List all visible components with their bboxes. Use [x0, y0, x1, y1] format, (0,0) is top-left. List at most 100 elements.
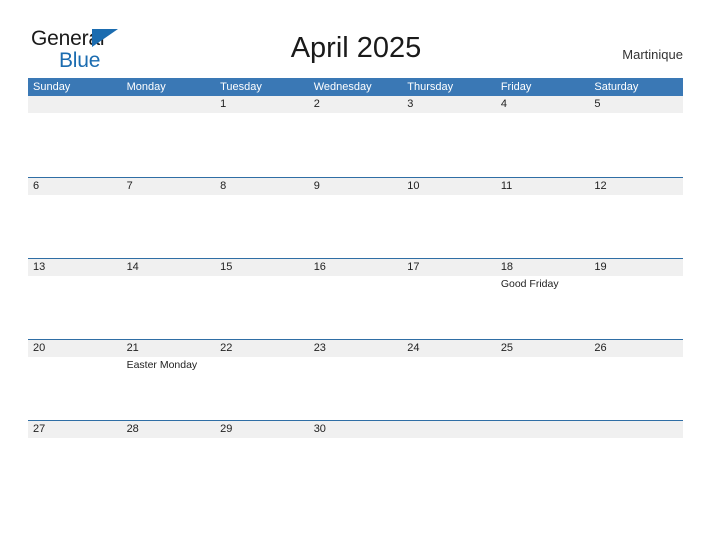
day-events-cell — [496, 113, 590, 115]
day-number: 11 — [500, 180, 513, 192]
calendar-day-cell[interactable]: 16 — [309, 259, 403, 276]
calendar-day-cell[interactable]: 11 — [496, 178, 590, 195]
day-events-cell — [589, 195, 683, 197]
day-number: 14 — [126, 261, 139, 273]
day-number: 9 — [313, 180, 320, 192]
weekday-header-saturday: Saturday — [594, 81, 639, 93]
calendar-event[interactable]: Good Friday — [501, 278, 590, 291]
calendar-day-cell[interactable]: 8 — [215, 178, 309, 195]
day-number: 7 — [126, 180, 133, 192]
calendar-day-cell[interactable]: 12 — [589, 178, 683, 195]
day-number: 22 — [220, 342, 233, 354]
day-events-cell — [215, 357, 309, 372]
day-events-cell — [496, 195, 590, 197]
day-number: 13 — [33, 261, 46, 273]
calendar-day-cell[interactable]: 19 — [589, 259, 683, 276]
calendar-day-cell[interactable]: 22 — [215, 340, 309, 357]
calendar-page: General Blue April 2025 Martinique Sunda… — [0, 0, 712, 550]
page-title: April 2025 — [290, 32, 422, 64]
week-events-band: Good Friday — [28, 276, 683, 291]
calendar-day-cell[interactable]: 29 — [215, 421, 309, 438]
calendar-day-cell[interactable]: 18 — [496, 259, 590, 276]
day-events-cell — [402, 113, 496, 115]
day-number: 3 — [407, 98, 414, 110]
calendar-day-cell[interactable]: 14 — [122, 259, 216, 276]
calendar-day-cell[interactable]: 7 — [122, 178, 216, 195]
calendar-day-cell[interactable]: 5 — [589, 96, 683, 113]
calendar-day-cell[interactable]: 26 — [589, 340, 683, 357]
calendar-day-cell — [122, 96, 216, 113]
week-events-band — [28, 113, 683, 115]
day-events-cell — [28, 113, 122, 115]
day-number: 8 — [220, 180, 227, 192]
calendar-day-cell[interactable]: 27 — [28, 421, 122, 438]
calendar-weeks: 1 2 3 4 5 6 7 8 9 10 11 12 13 14 15 16 17 18 19 Good Friday… — [28, 96, 683, 501]
calendar-day-cell[interactable]: 23 — [309, 340, 403, 357]
calendar-day-cell[interactable]: 6 — [28, 178, 122, 195]
day-events-cell — [122, 195, 216, 197]
calendar-week-row: 6 7 8 9 10 11 12 — [28, 177, 683, 258]
week-events-band: Easter Monday — [28, 357, 683, 372]
day-events-cell — [402, 357, 496, 372]
day-events-cell — [589, 113, 683, 115]
calendar-day-cell[interactable]: 2 — [309, 96, 403, 113]
week-events-band — [28, 195, 683, 197]
day-events-cell — [122, 276, 216, 291]
day-number: 23 — [313, 342, 326, 354]
day-events-cell — [122, 438, 216, 440]
week-date-band: 1 2 3 4 5 — [28, 96, 683, 113]
calendar-day-cell[interactable]: 4 — [496, 96, 590, 113]
day-events-cell — [496, 357, 590, 372]
day-number: 28 — [126, 423, 139, 435]
day-number: 18 — [500, 261, 514, 273]
day-events-cell — [589, 276, 683, 291]
day-events-cell — [309, 276, 403, 291]
day-number: 25 — [500, 342, 514, 354]
calendar-day-cell[interactable]: 13 — [28, 259, 122, 276]
week-date-band: 20 21 22 23 24 25 26 — [28, 340, 683, 357]
day-number: 17 — [407, 261, 420, 273]
day-events-cell — [589, 357, 683, 372]
week-date-band: 6 7 8 9 10 11 12 — [28, 178, 683, 195]
week-date-band: 13 14 15 16 17 18 19 — [28, 259, 683, 276]
day-number: 5 — [594, 98, 601, 110]
page-header: General Blue April 2025 Martinique — [0, 0, 712, 78]
day-number: 15 — [220, 261, 233, 273]
day-number: 10 — [407, 180, 420, 192]
day-number: 16 — [313, 261, 326, 273]
day-events-cell — [309, 195, 403, 197]
calendar-week-row: 27 28 29 30 — [28, 420, 683, 501]
calendar-day-cell — [496, 421, 590, 438]
calendar-day-cell[interactable]: 1 — [215, 96, 309, 113]
calendar-day-cell[interactable]: 30 — [309, 421, 403, 438]
calendar-grid: Sunday Monday Tuesday Wednesday Thursday… — [28, 78, 683, 501]
calendar-event[interactable]: Easter Monday — [127, 359, 216, 372]
day-number: 30 — [313, 423, 326, 435]
calendar-day-cell[interactable]: 20 — [28, 340, 122, 357]
day-number: 19 — [594, 261, 607, 273]
day-events-cell — [28, 357, 122, 372]
calendar-day-cell[interactable]: 28 — [122, 421, 216, 438]
calendar-week-row: 1 2 3 4 5 — [28, 96, 683, 177]
calendar-day-cell[interactable]: 17 — [402, 259, 496, 276]
calendar-day-cell[interactable]: 24 — [402, 340, 496, 357]
day-number: 6 — [33, 180, 40, 192]
calendar-day-cell[interactable]: 15 — [215, 259, 309, 276]
calendar-day-cell[interactable]: 9 — [309, 178, 403, 195]
day-number: 12 — [594, 180, 607, 192]
day-number: 27 — [33, 423, 46, 435]
week-date-band: 27 28 29 30 — [28, 421, 683, 438]
day-events-cell — [402, 276, 496, 291]
day-number: 2 — [313, 98, 320, 110]
calendar-day-cell[interactable]: 10 — [402, 178, 496, 195]
day-number: 26 — [594, 342, 607, 354]
calendar-day-cell[interactable]: 3 — [402, 96, 496, 113]
day-events-cell — [215, 113, 309, 115]
calendar-week-row: 13 14 15 16 17 18 19 Good Friday — [28, 258, 683, 339]
day-events-cell: Easter Monday — [122, 357, 216, 372]
day-events-cell — [215, 195, 309, 197]
calendar-day-cell — [28, 96, 122, 113]
calendar-day-cell[interactable]: 21 — [122, 340, 216, 357]
weekday-header-thursday: Thursday — [407, 81, 454, 93]
calendar-day-cell[interactable]: 25 — [496, 340, 590, 357]
